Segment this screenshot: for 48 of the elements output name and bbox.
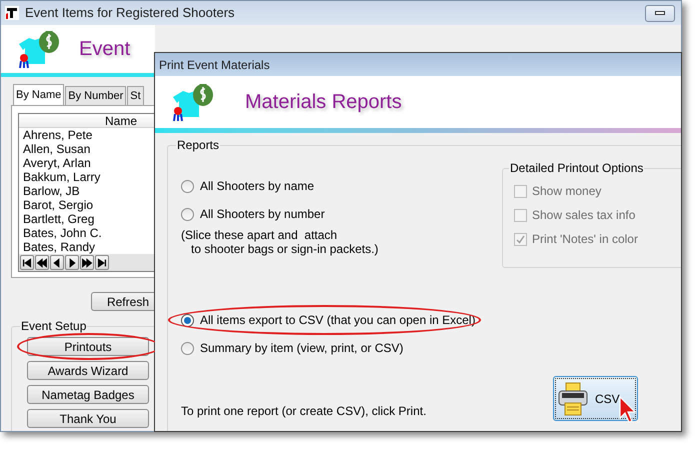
hint-text: To print one report (or create CSV), click Print. xyxy=(181,403,426,420)
nav-button[interactable] xyxy=(80,255,94,270)
radio-option[interactable]: All Shooters by name xyxy=(181,178,314,194)
first-record-icon xyxy=(21,256,33,268)
radio-option[interactable]: All Shooters by number xyxy=(181,206,325,222)
check-icon xyxy=(516,234,525,244)
nav-button[interactable] xyxy=(65,255,79,270)
page-header: Event xyxy=(79,37,130,62)
column-header: Name xyxy=(19,114,155,128)
note-text: (Slice these apart and attach to shooter bags or sign-in packets.) xyxy=(181,228,378,256)
list-row[interactable]: Barlow, JB xyxy=(23,184,155,198)
last-record-icon xyxy=(96,256,108,268)
group-title: Reports xyxy=(176,138,220,152)
dialog-title: Print Event Materials xyxy=(159,56,270,74)
list-row[interactable]: Bartlett, Greg xyxy=(23,212,155,226)
csv-button[interactable]: CSV xyxy=(553,376,638,421)
tab[interactable]: By Number xyxy=(65,86,126,105)
list-row[interactable]: Bates, John C. xyxy=(23,226,155,240)
radio-option[interactable]: Summary by item (view, print, or CSV) xyxy=(181,340,404,356)
nav-button[interactable] xyxy=(50,255,64,270)
fast-forward-icon xyxy=(81,256,93,268)
nav-button[interactable] xyxy=(35,255,49,270)
group-title: Event Setup xyxy=(20,319,88,333)
list-row[interactable]: Bakkum, Larry xyxy=(23,170,155,184)
setup-button[interactable]: Awards Wizard xyxy=(27,361,149,380)
setup-button[interactable]: Printouts xyxy=(27,337,149,356)
setup-button[interactable]: Thank You xyxy=(27,409,149,428)
rewind-icon xyxy=(36,256,48,268)
window-title: Event Items for Registered Shooters xyxy=(25,4,235,22)
cursor-icon xyxy=(619,396,637,424)
refresh-button[interactable]: Refresh xyxy=(91,292,155,311)
list-row[interactable]: Allen, Susan xyxy=(23,142,155,156)
setup-button[interactable]: Nametag Badges xyxy=(27,385,149,404)
tab[interactable]: St xyxy=(127,86,144,105)
app-icon xyxy=(5,6,19,20)
tab[interactable]: By Name xyxy=(13,84,64,105)
minimize-button[interactable] xyxy=(645,4,675,22)
nav-button[interactable] xyxy=(95,255,109,270)
minimize-icon xyxy=(655,11,665,15)
printer-icon xyxy=(557,382,589,416)
nav-button[interactable] xyxy=(20,255,34,270)
list-row[interactable]: Averyt, Arlan xyxy=(23,156,155,170)
list-row[interactable]: Barot, Sergio xyxy=(23,198,155,212)
dialog-header: Materials Reports xyxy=(245,90,402,115)
group-title: Detailed Printout Options xyxy=(509,161,644,175)
list-row[interactable]: Bates, Randy xyxy=(23,240,155,254)
radio-option[interactable]: All items export to CSV (that you can open in Excel) xyxy=(181,312,476,328)
list-row[interactable]: Ahrens, Pete xyxy=(23,128,155,142)
